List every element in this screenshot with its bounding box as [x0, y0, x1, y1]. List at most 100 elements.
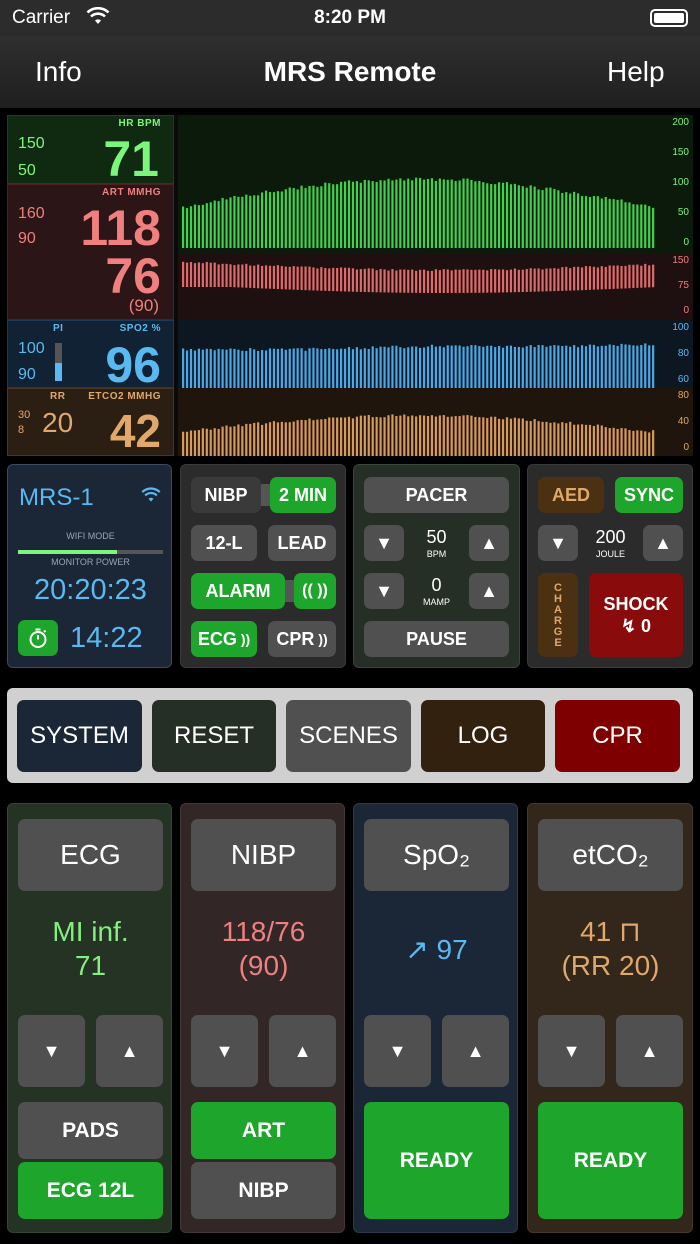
trend-bar	[368, 180, 370, 248]
pacer-rate-unit: BPM	[406, 549, 467, 559]
trend-bar	[581, 196, 583, 248]
pacer-rate-up-button[interactable]: ▲	[469, 525, 509, 561]
ecg-12l-button[interactable]: ECG 12L	[18, 1162, 163, 1219]
energy-up-button[interactable]: ▲	[643, 525, 683, 561]
trend-bar	[585, 425, 587, 456]
trend-bar	[273, 266, 275, 289]
trend-bar	[249, 196, 251, 248]
trend-bar	[617, 265, 619, 288]
nibp-button[interactable]: NIBP	[191, 477, 261, 513]
art-trend-chart	[178, 253, 693, 320]
trend-bar	[324, 268, 326, 291]
trend-bar	[498, 182, 500, 248]
pacer-amp-down-button[interactable]: ▼	[364, 573, 404, 609]
trend-bar	[609, 199, 611, 248]
spo2-down-button[interactable]: ▼	[364, 1015, 431, 1087]
trend-bar	[447, 269, 449, 293]
trend-bar	[308, 186, 310, 248]
pacer-pause-button[interactable]: PAUSE	[364, 621, 509, 657]
etco2-ready-button[interactable]: READY	[538, 1102, 683, 1219]
trend-bar	[324, 349, 326, 388]
shock-button[interactable]: SHOCK ↯ 0	[589, 573, 683, 657]
trend-bar	[376, 182, 378, 248]
trend-bar	[206, 349, 208, 388]
trend-bar	[316, 187, 318, 248]
nibp-down-button[interactable]: ▼	[191, 1015, 258, 1087]
wifi-icon[interactable]	[141, 487, 161, 508]
etco2-up-button[interactable]: ▲	[616, 1015, 683, 1087]
alarm-button[interactable]: ALARM	[191, 573, 285, 609]
trend-bar	[214, 201, 216, 248]
tab-reset[interactable]: RESET	[152, 700, 276, 772]
tab-cpr[interactable]: CPR	[555, 700, 680, 772]
nibp-interval-button[interactable]: 2 MIN	[270, 477, 336, 513]
trend-bar	[245, 351, 247, 388]
sound-icon: ))	[241, 631, 250, 647]
aed-button[interactable]: AED	[538, 477, 604, 513]
trend-bar	[644, 205, 646, 248]
trend-bar	[376, 348, 378, 388]
spo2-ready-button[interactable]: READY	[364, 1102, 509, 1219]
pads-button[interactable]: PADS	[18, 1102, 163, 1159]
tab-system[interactable]: SYSTEM	[17, 700, 142, 772]
spo2-trend-value: ↗ 97	[354, 933, 519, 967]
pacer-button[interactable]: PACER	[364, 477, 509, 513]
trend-bar	[474, 270, 476, 293]
trend-bar	[324, 183, 326, 248]
trend-bar	[593, 267, 595, 290]
trend-bar	[289, 422, 291, 456]
trend-bar	[451, 180, 453, 248]
arrow-down-icon: ▼	[216, 1041, 234, 1062]
trend-bar	[644, 431, 646, 456]
etco2-title-button[interactable]: etCO₂	[538, 819, 683, 891]
ecg-down-button[interactable]: ▼	[18, 1015, 85, 1087]
trend-bar	[304, 420, 306, 456]
nibp-up-button[interactable]: ▲	[269, 1015, 336, 1087]
trend-bar	[297, 348, 299, 388]
trend-bar	[577, 425, 579, 456]
lead-button[interactable]: LEAD	[268, 525, 336, 561]
trend-bar	[423, 270, 425, 293]
trend-bar	[541, 345, 543, 388]
cpr-sound-button[interactable]: CPR))	[268, 621, 336, 657]
trend-bar	[210, 430, 212, 456]
nibp-title-button[interactable]: NIBP	[191, 819, 336, 891]
trend-bar	[316, 348, 318, 388]
trend-bar	[297, 267, 299, 290]
charge-button[interactable]: CHARGE	[538, 573, 578, 657]
spo2-title-button[interactable]: SpO₂	[364, 819, 509, 891]
tab-scenes[interactable]: SCENES	[286, 700, 411, 772]
trend-bar	[336, 349, 338, 388]
pacer-rate-down-button[interactable]: ▼	[364, 525, 404, 561]
trend-bar	[340, 349, 342, 388]
pacer-amp-up-button[interactable]: ▲	[469, 573, 509, 609]
art-button[interactable]: ART	[191, 1102, 336, 1159]
sync-button[interactable]: SYNC	[615, 477, 683, 513]
trend-bar	[395, 416, 397, 456]
trend-bar	[304, 188, 306, 248]
trend-bar	[395, 271, 397, 293]
trend-bar	[494, 269, 496, 292]
spo2-alarm-high: 100	[18, 340, 45, 358]
trend-bar	[253, 195, 255, 248]
spo2-up-button[interactable]: ▲	[442, 1015, 509, 1087]
spo2-scale-80: 80	[678, 348, 689, 359]
ecg-up-button[interactable]: ▲	[96, 1015, 163, 1087]
trend-bar	[470, 270, 472, 293]
trend-bar	[534, 187, 536, 248]
alarm-sound-button[interactable]: (( ))	[294, 573, 336, 609]
etco2-down-button[interactable]: ▼	[538, 1015, 605, 1087]
timer-button[interactable]	[18, 620, 58, 656]
ecg-sound-button[interactable]: ECG))	[191, 621, 257, 657]
help-button[interactable]: Help	[607, 56, 665, 88]
ecg-title-button[interactable]: ECG	[18, 819, 163, 891]
nibp-mode-button[interactable]: NIBP	[191, 1162, 336, 1219]
trend-bar	[538, 268, 540, 291]
energy-down-button[interactable]: ▼	[538, 525, 578, 561]
trend-bar	[609, 344, 611, 388]
monitor-power-bar[interactable]	[18, 550, 163, 554]
12-lead-button[interactable]: 12-L	[191, 525, 257, 561]
trend-bar	[202, 428, 204, 456]
trend-bar	[455, 345, 457, 388]
tab-log[interactable]: LOG	[421, 700, 545, 772]
